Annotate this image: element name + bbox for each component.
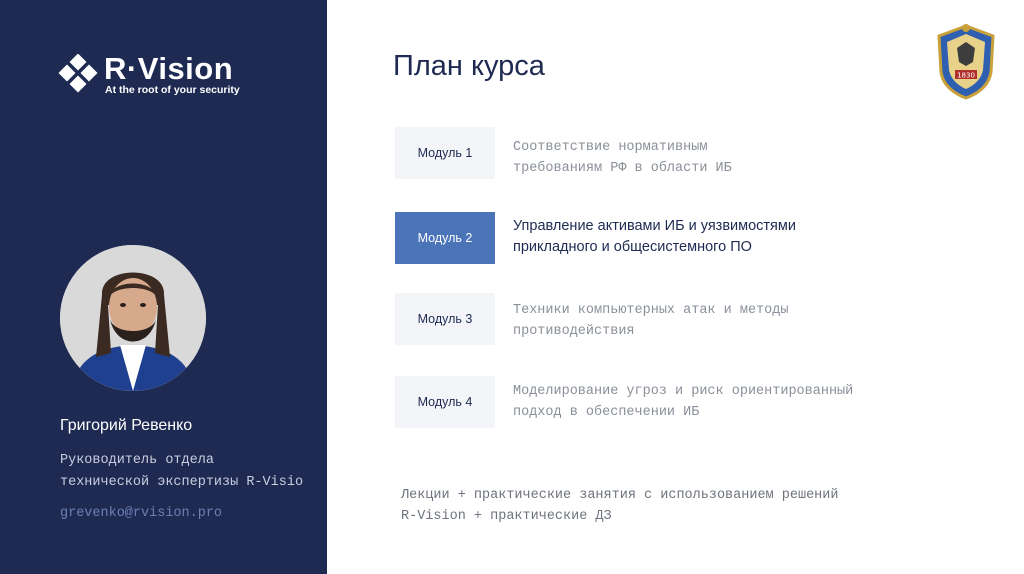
sidebar: R·Vision At the root of your security Гр… — [0, 0, 327, 574]
rvision-logo: R·Vision At the root of your security — [58, 52, 258, 102]
rvision-diamond-icon — [58, 54, 98, 93]
course-format-note: Лекции + практические занятия с использо… — [401, 485, 838, 527]
speaker-photo — [60, 245, 206, 391]
speaker-role-line: технической экспертизы R-Visio — [60, 475, 304, 490]
speaker-role-line: Руководитель отдела — [60, 453, 214, 468]
module-3-line: противодействия — [513, 324, 635, 339]
module-4-label[interactable]: Модуль 4 — [395, 376, 495, 428]
module-1-line: требованиям РФ в области ИБ — [513, 161, 732, 176]
module-3-line: Техники компьютерных атак и методы — [513, 303, 789, 318]
module-2-label[interactable]: Модуль 2 — [395, 212, 495, 264]
module-4-line: Моделирование угроз и риск ориентированн… — [513, 384, 854, 399]
avatar — [60, 245, 206, 391]
module-2-line: Управление активами ИБ и уязвимостями — [513, 218, 796, 234]
course-format-line: Лекции + практические занятия с использо… — [401, 488, 839, 503]
course-format-line: R-Vision + практические ДЗ — [401, 509, 612, 524]
crest-year: 1830 — [957, 72, 975, 80]
logo-name: R·Vision — [104, 51, 234, 86]
module-2-description: Управление активами ИБ и уязвимостями пр… — [513, 216, 796, 258]
module-4-description: Моделирование угроз и риск ориентированн… — [513, 381, 853, 423]
module-2-line: прикладного и общесистемного ПО — [513, 239, 752, 255]
module-3-description: Техники компьютерных атак и методы проти… — [513, 300, 788, 342]
speaker-role: Руководитель отдела технической эксперти… — [60, 450, 303, 494]
module-1-line: Соответствие нормативным — [513, 140, 708, 155]
page-title: План курса — [393, 50, 545, 82]
speaker-name: Григорий Ревенко — [60, 417, 193, 434]
university-crest-icon: 1830 — [937, 24, 995, 100]
module-1-label[interactable]: Модуль 1 — [395, 127, 495, 179]
logo-tagline: At the root of your security — [105, 84, 240, 96]
speaker-email-link[interactable]: grevenko@rvision.pro — [60, 506, 222, 521]
module-3-label[interactable]: Модуль 3 — [395, 293, 495, 345]
module-1-description: Соответствие нормативным требованиям РФ … — [513, 137, 732, 179]
module-4-line: подход в обеспечении ИБ — [513, 405, 700, 420]
